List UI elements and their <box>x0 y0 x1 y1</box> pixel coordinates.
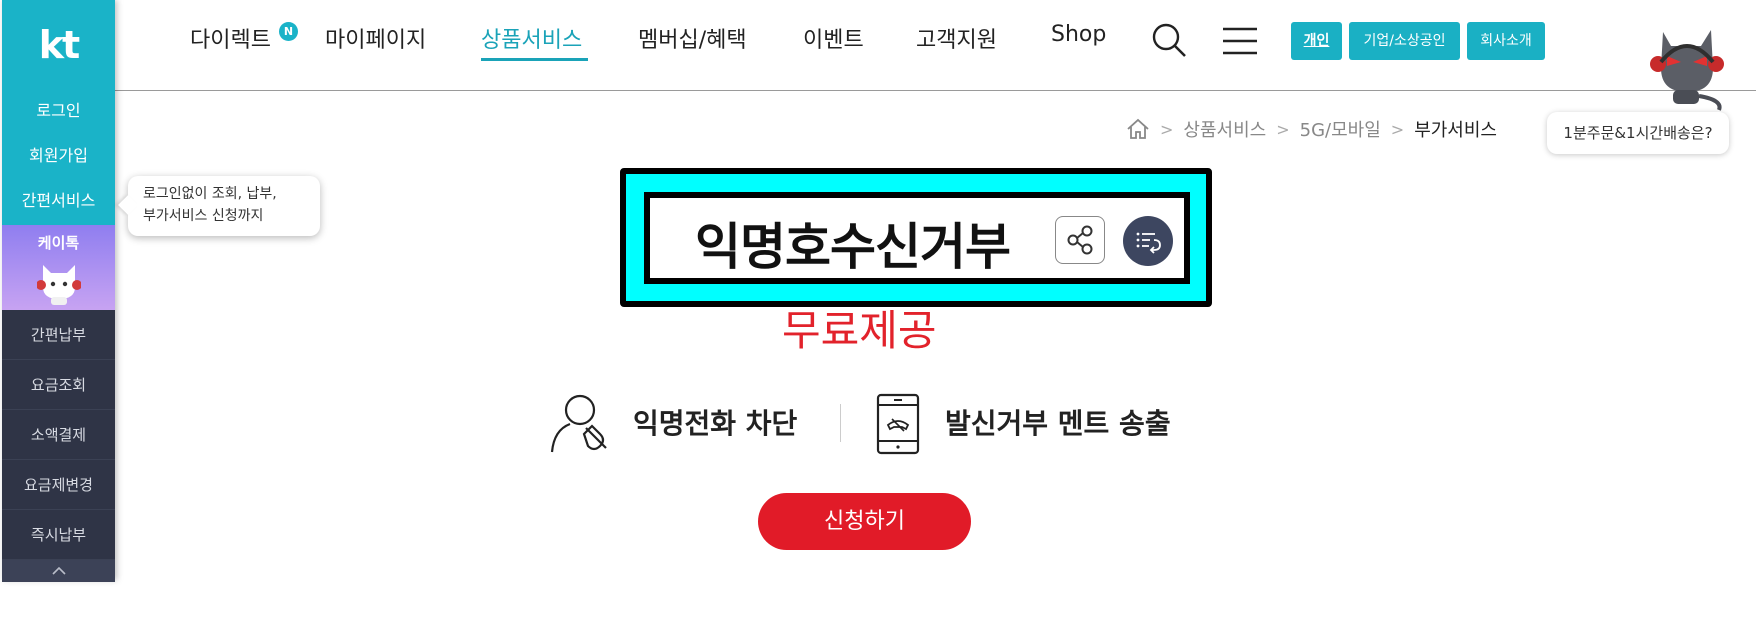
quick-sidebar: kt 로그인 회원가입 간편서비스 케이톡 간편납부 요금조회 소액결제 요금제… <box>2 0 115 582</box>
sidebar-quick-menu: 간편납부 요금조회 소액결제 요금제변경 즉시납부 <box>2 310 115 560</box>
easy-service-tooltip: 로그인없이 조회, 납부, 부가서비스 신청까지 <box>128 176 320 236</box>
chevron-up-icon <box>51 567 66 575</box>
home-icon[interactable] <box>1126 118 1150 140</box>
global-header: 다이렉트 N 마이페이지 상품서비스 멤버십/혜택 이벤트 고객지원 Shop … <box>115 0 1756 91</box>
mobile-phone-icon <box>876 393 920 455</box>
search-icon <box>1152 23 1186 57</box>
sidebar-item-signup[interactable]: 회원가입 <box>2 141 115 186</box>
sidebar-item-katalk[interactable]: 케이톡 <box>2 225 115 310</box>
nav-products-services[interactable]: 상품서비스 <box>481 22 582 54</box>
nav-mypage[interactable]: 마이페이지 <box>325 22 426 54</box>
tooltip-line-1: 로그인없이 조회, 납부, <box>143 186 277 202</box>
segment-business[interactable]: 기업/소상공인 <box>1349 22 1460 60</box>
page-title: 익명호수신거부 <box>695 218 1011 276</box>
kt-logo[interactable]: kt <box>2 0 115 90</box>
apply-button[interactable]: 신청하기 <box>758 493 971 550</box>
nav-customer-support[interactable]: 고객지원 <box>916 22 997 54</box>
breadcrumb-separator-icon: > <box>1390 119 1405 139</box>
free-label: 무료제공 <box>782 306 937 355</box>
nav-shop[interactable]: Shop <box>1051 22 1106 47</box>
sidebar-item-login[interactable]: 로그인 <box>2 96 115 141</box>
breadcrumb-item-5g-mobile[interactable]: 5G/모바일 <box>1300 116 1381 142</box>
feature-anonymous-block: 익명전화 차단 <box>633 407 798 440</box>
breadcrumb-separator-icon: > <box>1160 119 1174 139</box>
new-badge: N <box>279 22 298 41</box>
sidebar-top-menu: 로그인 회원가입 간편서비스 <box>2 90 115 225</box>
title-highlight-box: 익명호수신거부 <box>620 168 1212 307</box>
segment-company[interactable]: 회사소개 <box>1467 22 1545 60</box>
breadcrumb-current: 부가서비스 <box>1414 120 1497 141</box>
promo-bubble[interactable]: 1분주문&1시간배송은? <box>1547 112 1729 154</box>
list-button[interactable] <box>1123 216 1173 266</box>
tooltip-line-2: 부가서비스 신청까지 <box>143 208 264 224</box>
breadcrumb-item-products[interactable]: 상품서비스 <box>1183 116 1266 142</box>
menu-icon <box>1223 27 1257 55</box>
phone-block-icon <box>550 394 607 453</box>
katalk-mascot-icon <box>37 265 81 305</box>
sidebar-collapse-button[interactable] <box>2 560 115 582</box>
title-box: 익명호수신거부 <box>644 192 1190 284</box>
sidebar-item-bill-inquiry[interactable]: 요금조회 <box>2 360 115 410</box>
sidebar-item-micro-payment[interactable]: 소액결제 <box>2 410 115 460</box>
feature-divider <box>840 404 841 442</box>
sidebar-item-plan-change[interactable]: 요금제변경 <box>2 460 115 510</box>
nav-direct[interactable]: 다이렉트 <box>190 22 271 54</box>
nav-active-indicator <box>481 58 588 61</box>
kt-logo-text: kt <box>38 23 80 67</box>
nav-membership[interactable]: 멤버십/혜택 <box>638 22 747 54</box>
breadcrumb-separator-icon: > <box>1276 119 1290 139</box>
nav-event[interactable]: 이벤트 <box>803 22 864 54</box>
segment-personal[interactable]: 개인 <box>1291 22 1342 60</box>
mascot-cat-icon[interactable] <box>1643 12 1729 112</box>
search-button[interactable] <box>1151 22 1187 62</box>
all-menu-button[interactable] <box>1222 26 1258 60</box>
share-icon <box>1067 225 1093 255</box>
list-return-icon <box>1136 232 1161 254</box>
katalk-label: 케이톡 <box>37 234 80 252</box>
share-button[interactable] <box>1055 216 1105 264</box>
breadcrumb: > 상품서비스 > 5G/모바일 > 부가서비스 <box>1126 114 1497 144</box>
sidebar-item-easy-pay[interactable]: 간편납부 <box>2 310 115 360</box>
feature-reject-message: 발신거부 멘트 송출 <box>945 407 1171 440</box>
sidebar-item-instant-pay[interactable]: 즉시납부 <box>2 510 115 560</box>
